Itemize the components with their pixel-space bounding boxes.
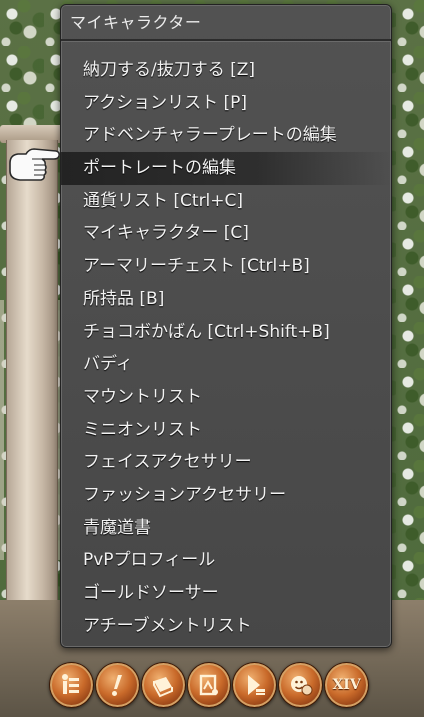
- menu-title: マイキャラクター: [61, 5, 391, 41]
- character-menu: マイキャラクター 納刀する/抜刀する [Z] アクションリスト [P] アドベン…: [60, 4, 392, 648]
- menu-item-action-list[interactable]: アクションリスト [P]: [61, 87, 391, 120]
- menu-item-minion-list[interactable]: ミニオンリスト: [61, 414, 391, 447]
- menu-item-adventurer-plate[interactable]: アドベンチャラープレートの編集: [61, 119, 391, 152]
- menu-item-gold-saucer[interactable]: ゴールドソーサー: [61, 577, 391, 610]
- social-icon[interactable]: [278, 662, 324, 708]
- system-icon[interactable]: XIV: [324, 662, 370, 708]
- logs-icon[interactable]: [140, 662, 186, 708]
- menu-item-my-character[interactable]: マイキャラクター [C]: [61, 217, 391, 250]
- menu-item-portrait-edit[interactable]: ポートレートの編集: [61, 152, 391, 185]
- menu-item-draw-sheathe[interactable]: 納刀する/抜刀する [Z]: [61, 54, 391, 87]
- menu-item-mount-list[interactable]: マウントリスト: [61, 381, 391, 414]
- main-command-bar: XIV: [49, 662, 370, 708]
- menu-item-buddy[interactable]: バディ: [61, 348, 391, 381]
- menu-item-pvp-profile[interactable]: PvPプロフィール: [61, 544, 391, 577]
- stone-pillar: [6, 140, 58, 680]
- menu-item-achievement-list[interactable]: アチーブメントリスト: [61, 610, 391, 643]
- menu-item-fashion-accessory[interactable]: ファッションアクセサリー: [61, 479, 391, 512]
- menu-item-chocobo-saddlebag[interactable]: チョコボかばん [Ctrl+Shift+B]: [61, 316, 391, 349]
- party-icon[interactable]: [232, 662, 278, 708]
- menu-item-blue-magic[interactable]: 青魔道書: [61, 512, 391, 545]
- hand-pointer-icon: [9, 148, 60, 181]
- duty-icon[interactable]: [94, 662, 140, 708]
- character-icon[interactable]: [49, 662, 94, 708]
- menu-item-inventory[interactable]: 所持品 [B]: [61, 283, 391, 316]
- menu-item-face-accessory[interactable]: フェイスアクセサリー: [61, 446, 391, 479]
- system-icon-text: XIV: [332, 677, 361, 693]
- menu-item-armoury-chest[interactable]: アーマリーチェスト [Ctrl+B]: [61, 250, 391, 283]
- menu-item-currency-list[interactable]: 通貨リスト [Ctrl+C]: [61, 185, 391, 218]
- travel-icon[interactable]: [186, 662, 232, 708]
- menu-list: 納刀する/抜刀する [Z] アクションリスト [P] アドベンチャラープレートの…: [61, 54, 391, 642]
